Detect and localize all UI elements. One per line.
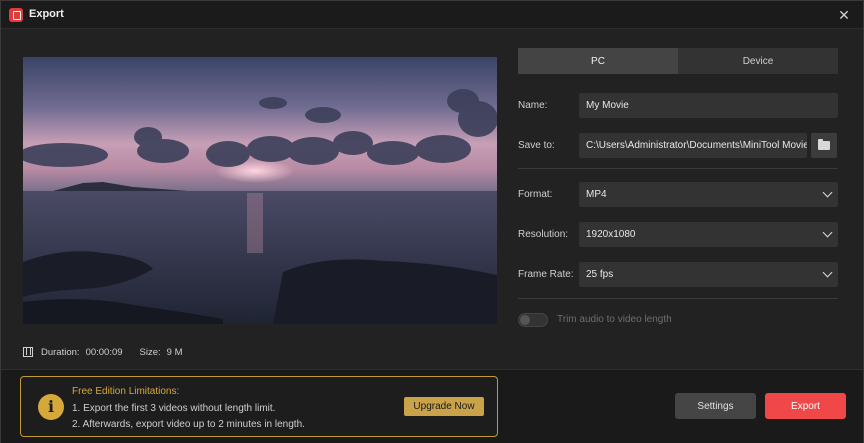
notice-line-2: 2. Afterwards, export video up to 2 minu… [72,419,305,430]
divider [518,298,838,299]
notice-line-1: 1. Export the first 3 videos without len… [72,403,276,414]
browse-folder-button[interactable] [811,133,837,158]
frame-rate-select[interactable]: 25 fps [579,262,838,287]
trim-audio-toggle[interactable] [518,313,548,327]
video-info: Duration: 00:00:09 Size: 9 M [23,345,183,359]
upgrade-now-button[interactable]: Upgrade Now [404,397,484,416]
preview-image [23,57,497,324]
tab-pc[interactable]: PC [518,48,678,74]
info-icon: i [38,394,64,420]
free-edition-notice: i Free Edition Limitations: 1. Export th… [20,376,498,437]
duration-label: Duration: [41,346,80,358]
frame-rate-label: Frame Rate: [518,269,574,280]
save-path-input[interactable]: C:\Users\Administrator\Documents\MiniToo… [579,133,807,158]
format-select[interactable]: MP4 [579,182,838,207]
notice-title: Free Edition Limitations: [72,386,180,397]
settings-button[interactable]: Settings [675,393,756,419]
divider [518,168,838,169]
trim-audio-label: Trim audio to video length [557,314,672,325]
export-target-tabs: PC Device [518,48,838,74]
toggle-knob [520,315,530,325]
name-input[interactable]: My Movie [579,93,838,118]
format-value: MP4 [586,189,607,200]
chevron-down-icon [822,267,833,278]
resolution-label: Resolution: [518,229,569,240]
title-bar: Export ✕ [1,1,863,29]
export-button[interactable]: Export [765,393,846,419]
tab-device[interactable]: Device [678,48,838,74]
format-label: Format: [518,189,553,200]
name-label: Name: [518,100,548,111]
video-preview [23,57,497,324]
app-icon [9,8,23,22]
duration-value: 00:00:09 [85,346,123,358]
resolution-select[interactable]: 1920x1080 [579,222,838,247]
export-dialog: Export ✕ Duration: 00:00:09 Size: 9 M PC… [0,0,864,443]
frame-rate-value: 25 fps [586,269,614,280]
size-label: Size: [139,346,161,358]
chevron-down-icon [822,227,833,238]
save-to-label: Save to: [518,140,555,151]
size-value: 9 M [166,346,183,358]
close-icon[interactable]: ✕ [835,6,853,24]
resolution-value: 1920x1080 [586,229,636,240]
chevron-down-icon [822,187,833,198]
folder-icon [818,139,830,150]
film-icon [23,347,33,357]
window-title: Export [29,8,64,20]
